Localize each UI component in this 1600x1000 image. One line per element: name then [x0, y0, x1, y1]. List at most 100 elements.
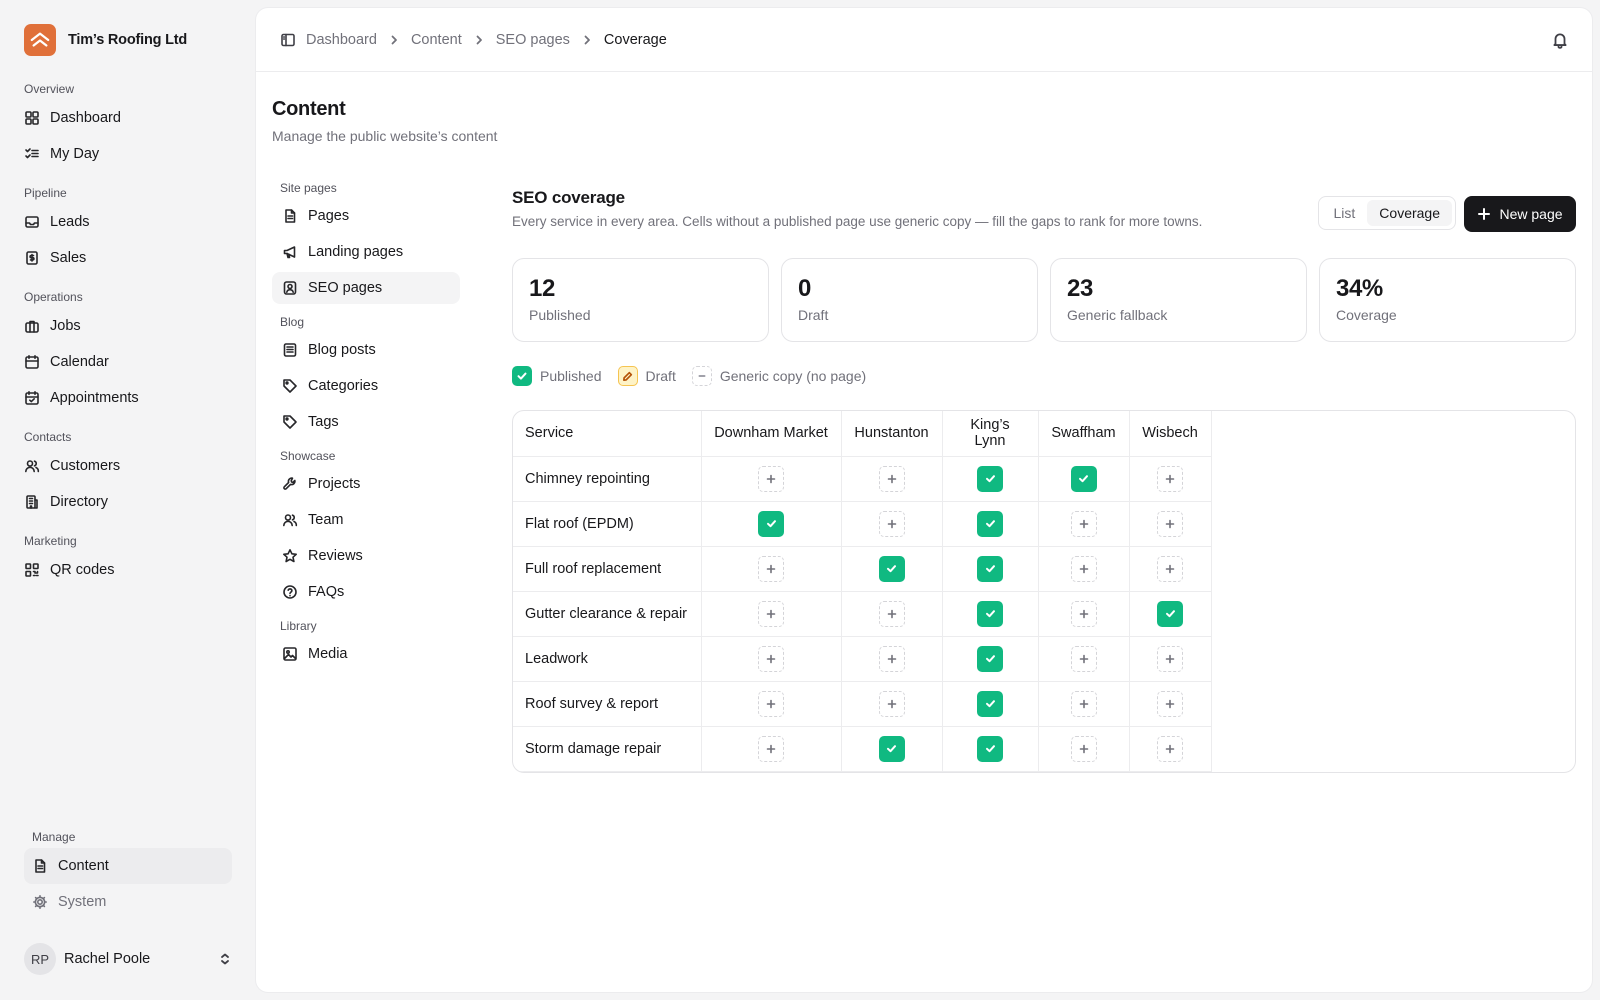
service-name: Chimney repointing	[513, 456, 702, 502]
subnav-item-landing-pages[interactable]: Landing pages	[272, 236, 460, 268]
add-page-plus-icon[interactable]	[1070, 510, 1097, 537]
add-page-plus-icon[interactable]	[1157, 690, 1183, 717]
sidebar-item-qr-codes[interactable]: QR codes	[24, 552, 232, 588]
add-page-plus-icon[interactable]	[1070, 645, 1097, 672]
published-check-icon[interactable]	[977, 465, 1003, 492]
add-page-plus-icon[interactable]	[878, 690, 905, 717]
user-menu[interactable]: RP Rachel Poole	[24, 943, 232, 975]
subnav-item-team[interactable]: Team	[272, 504, 460, 536]
add-page-plus-icon[interactable]	[1070, 555, 1097, 582]
main-panel: Dashboard Content SEO pages Coverage Con…	[256, 8, 1592, 992]
published-check-icon[interactable]	[977, 735, 1003, 762]
user-name: Rachel Poole	[64, 951, 151, 967]
add-page-plus-icon[interactable]	[758, 690, 784, 717]
add-page-plus-icon[interactable]	[878, 510, 905, 537]
stat-card-coverage: 34% Coverage	[1319, 258, 1576, 342]
stat-label: Generic fallback	[1067, 307, 1168, 323]
sidebar-item-system[interactable]: System	[24, 884, 232, 920]
subnav-item-label: FAQs	[308, 584, 345, 600]
stat-value: 23	[1067, 275, 1093, 302]
subnav-item-blog-posts[interactable]: Blog posts	[272, 334, 460, 366]
view-option-list[interactable]: List	[1322, 200, 1368, 226]
coverage-cell	[1129, 501, 1212, 547]
subnav-item-reviews[interactable]: Reviews	[272, 540, 460, 572]
brand[interactable]: Tim’s Roofing Ltd	[24, 24, 187, 56]
stat-value: 12	[529, 275, 555, 302]
published-check-icon[interactable]	[977, 690, 1003, 717]
sidebar-item-dashboard[interactable]: Dashboard	[24, 100, 232, 136]
add-page-plus-icon[interactable]	[1157, 510, 1183, 537]
coverage-cell	[1129, 636, 1212, 682]
main-nav: Overview Dashboard My Day Pipeline Leads…	[24, 78, 232, 588]
bell-icon[interactable]	[1544, 24, 1576, 56]
pencil-icon	[617, 366, 638, 386]
coverage-cell	[942, 726, 1039, 772]
coverage-cell	[841, 591, 943, 637]
subnav-item-label: Projects	[308, 476, 361, 492]
published-check-icon[interactable]	[878, 735, 905, 762]
sidebar-item-jobs[interactable]: Jobs	[24, 308, 232, 344]
add-page-plus-icon[interactable]	[878, 600, 905, 627]
subnav-item-projects[interactable]: Projects	[272, 468, 460, 500]
add-page-plus-icon[interactable]	[758, 735, 784, 762]
legend-label: Draft	[645, 368, 676, 384]
subnav-item-faqs[interactable]: FAQs	[272, 576, 460, 608]
view-option-coverage[interactable]: Coverage	[1367, 200, 1452, 226]
breadcrumb-seo-pages[interactable]: SEO pages	[496, 32, 570, 48]
dollar-receipt-icon	[24, 250, 40, 266]
add-page-plus-icon[interactable]	[758, 645, 784, 672]
subnav-item-media[interactable]: Media	[272, 638, 460, 670]
new-page-button[interactable]: New page	[1464, 196, 1576, 232]
add-page-plus-icon[interactable]	[878, 645, 905, 672]
sidebar-item-appointments[interactable]: Appointments	[24, 380, 232, 416]
coverage-cell	[1129, 591, 1212, 637]
sidebar-toggle-icon[interactable]	[272, 24, 304, 56]
published-check-icon[interactable]	[878, 555, 905, 582]
sidebar-item-label: Jobs	[50, 318, 81, 334]
breadcrumb-coverage: Coverage	[603, 31, 667, 48]
new-page-label: New page	[1499, 206, 1563, 222]
subnav-item-label: Blog posts	[308, 342, 376, 358]
published-check-icon[interactable]	[977, 510, 1003, 537]
sidebar-item-customers[interactable]: Customers	[24, 448, 232, 484]
add-page-plus-icon[interactable]	[1070, 600, 1097, 627]
stats-row: 12 Published 0 Draft 23 Generic fallback…	[512, 258, 1576, 342]
published-check-icon[interactable]	[1157, 600, 1183, 627]
seo-coverage-panel: SEO coverage Every service in every area…	[512, 178, 1576, 773]
sidebar-item-my-day[interactable]: My Day	[24, 136, 232, 172]
legend-label: Generic copy (no page)	[719, 368, 867, 384]
nav-group-contacts: Contacts	[24, 430, 72, 444]
add-page-plus-icon[interactable]	[1157, 555, 1183, 582]
gear-icon	[32, 894, 48, 910]
add-page-plus-icon[interactable]	[878, 465, 905, 492]
subnav-item-seo-pages[interactable]: SEO pages	[272, 272, 460, 304]
sidebar-item-leads[interactable]: Leads	[24, 204, 232, 240]
sidebar-item-content[interactable]: Content	[24, 848, 232, 884]
published-check-icon[interactable]	[977, 600, 1003, 627]
sidebar-item-directory[interactable]: Directory	[24, 484, 232, 520]
add-page-plus-icon[interactable]	[758, 465, 784, 492]
published-check-icon[interactable]	[977, 645, 1003, 672]
add-page-plus-icon[interactable]	[1070, 690, 1097, 717]
add-page-plus-icon[interactable]	[758, 555, 784, 582]
breadcrumb-dashboard[interactable]: Dashboard	[306, 32, 377, 48]
add-page-plus-icon[interactable]	[1157, 735, 1183, 762]
published-check-icon[interactable]	[758, 510, 784, 537]
add-page-plus-icon[interactable]	[758, 600, 784, 627]
add-page-plus-icon[interactable]	[1157, 645, 1183, 672]
sidebar-item-sales[interactable]: Sales	[24, 240, 232, 276]
sidebar-item-calendar[interactable]: Calendar	[24, 344, 232, 380]
coverage-table-body: Chimney repointing Flat roof (EPDM) Full r…	[513, 456, 1212, 772]
subnav-item-tags[interactable]: Tags	[272, 406, 460, 438]
published-check-icon[interactable]	[1070, 465, 1097, 492]
breadcrumb-content[interactable]: Content	[411, 32, 462, 48]
add-page-plus-icon[interactable]	[1070, 735, 1097, 762]
table-row: Roof survey & report	[513, 681, 1212, 727]
add-page-plus-icon[interactable]	[1157, 465, 1183, 492]
subnav-item-categories[interactable]: Categories	[272, 370, 460, 402]
subnav-item-pages[interactable]: Pages	[272, 200, 460, 232]
minus-icon	[691, 366, 712, 386]
coverage-cell	[942, 501, 1039, 547]
service-name: Storm damage repair	[513, 726, 702, 772]
published-check-icon[interactable]	[977, 555, 1003, 582]
